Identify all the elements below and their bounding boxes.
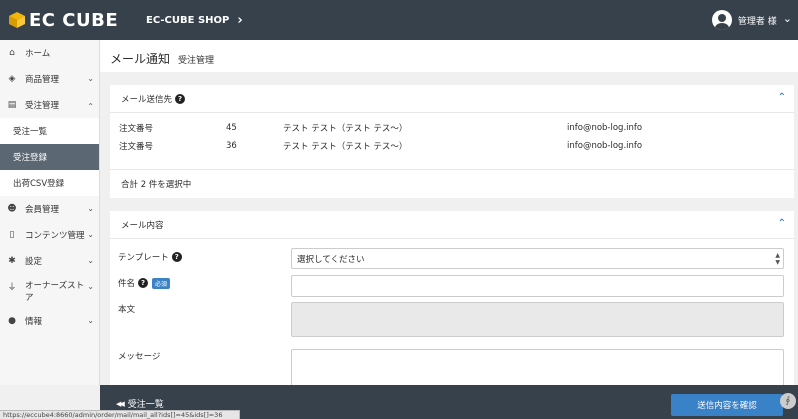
- order-number: 45: [226, 123, 237, 133]
- mail-content-heading: メール内容: [121, 220, 164, 231]
- sidebar-item-settings[interactable]: ✱ 設定 ⌄: [0, 248, 99, 274]
- chevron-down-icon: ⌄: [87, 282, 94, 291]
- collapse-icon[interactable]: ⌃: [778, 92, 786, 103]
- chevron-up-icon: ⌃: [87, 102, 94, 111]
- recipients-heading: メール送信先: [121, 94, 173, 105]
- sidebar-item-products[interactable]: ◈ 商品管理 ⌄: [0, 66, 99, 92]
- help-icon[interactable]: ?: [138, 278, 149, 288]
- double-chevron-left-icon: ◀◀: [116, 399, 125, 408]
- required-badge: 必須: [152, 277, 171, 289]
- cart-icon: ▤: [7, 100, 17, 110]
- chevron-down-icon: ⌄: [87, 74, 94, 83]
- sidebar-item-label: 情報: [25, 317, 43, 327]
- selection-total: 合計 2 件を選択中: [110, 169, 794, 197]
- user-avatar-icon: [711, 10, 732, 30]
- subject-input[interactable]: [291, 275, 784, 297]
- mail-content-card: メール内容 ⌃ テンプレート ? 選択してください ▲▼ 件名 ? 必須 本文: [110, 211, 794, 385]
- gear-icon: ✱: [8, 256, 16, 266]
- body-label: 本文: [118, 305, 136, 315]
- sidebar-item-label: 受注管理: [25, 101, 60, 111]
- sidebar-subitem-order-register[interactable]: 受注登録: [0, 144, 99, 170]
- template-select[interactable]: 選択してください ▲ ▼: [291, 248, 784, 269]
- back-label: 受注一覧: [127, 400, 164, 410]
- user-name: 管理者 様: [737, 16, 777, 27]
- confirm-send-button[interactable]: 送信内容を確認: [671, 394, 783, 416]
- help-icon[interactable]: ?: [175, 93, 186, 104]
- sidebar-item-orders[interactable]: ▤ 受注管理 ⌃: [0, 92, 99, 118]
- main-content: メール通知 受注管理 メール送信先 ? ⌃ 注文番号 45 テスト テスト（テス…: [100, 40, 798, 385]
- body-textarea[interactable]: [291, 302, 784, 337]
- chevron-down-icon: ⌄: [87, 230, 94, 239]
- user-menu[interactable]: 管理者 様 ⌄: [711, 10, 792, 30]
- scroll-top-icon[interactable]: ∮: [780, 393, 796, 409]
- sidebar-item-label: オーナーズストア: [25, 281, 85, 303]
- chevron-down-icon: ⌄: [87, 316, 94, 325]
- chevron-down-icon: ⌄: [87, 204, 94, 213]
- logo-text: EC CUBE: [29, 9, 119, 31]
- order-number: 36: [226, 141, 237, 151]
- sidebar-item-label: ホーム: [25, 49, 51, 59]
- plug-icon: ⏚: [7, 283, 17, 293]
- chevron-down-icon: ⌄: [782, 11, 792, 25]
- subject-label-text: 件名: [118, 279, 136, 289]
- sidebar-item-label: 会員管理: [25, 205, 60, 215]
- sidebar-item-info[interactable]: ● 情報 ⌄: [0, 308, 99, 334]
- cube-icon: ◈: [8, 74, 16, 84]
- recipient-row: 注文番号 36 テスト テスト（テスト テス～） info@nob-log.in…: [110, 137, 794, 155]
- page-subtitle: 受注管理: [178, 56, 215, 66]
- message-label: メッセージ: [118, 352, 161, 362]
- shop-name: EC-CUBE SHOP: [146, 15, 230, 26]
- users-icon: ☻: [7, 204, 17, 214]
- message-textarea[interactable]: [291, 349, 784, 385]
- page-header: メール通知 受注管理: [100, 40, 798, 72]
- customer-email: info@nob-log.info: [567, 141, 643, 151]
- sidebar-item-label: 商品管理: [25, 75, 60, 85]
- sidebar-subitem-order-list[interactable]: 受注一覧: [0, 118, 99, 144]
- customer-email: info@nob-log.info: [567, 123, 643, 133]
- recipients-card-header[interactable]: メール送信先 ? ⌃: [110, 85, 794, 113]
- top-header: EC CUBE EC-CUBE SHOP › 管理者 様 ⌄: [0, 0, 798, 40]
- recipient-row: 注文番号 45 テスト テスト（テスト テス～） info@nob-log.in…: [110, 119, 794, 137]
- sidebar-item-label: 設定: [25, 257, 43, 267]
- sidebar-item-customers[interactable]: ☻ 会員管理 ⌄: [0, 196, 99, 222]
- sidebar-item-home[interactable]: ⌂ ホーム: [0, 40, 99, 66]
- cube-logo-icon: [9, 12, 25, 28]
- template-label: テンプレート ?: [118, 251, 182, 263]
- page-title: メール通知: [110, 52, 171, 66]
- collapse-icon[interactable]: ⌃: [778, 218, 786, 229]
- chevron-right-icon: ›: [237, 13, 243, 28]
- back-to-order-list-link[interactable]: ◀◀ 受注一覧: [116, 397, 164, 411]
- sidebar-item-owners-store[interactable]: ⏚ オーナーズストア ⌄: [0, 274, 99, 308]
- help-icon[interactable]: ?: [171, 252, 182, 262]
- sidebar-subitem-shipping-csv[interactable]: 出荷CSV登録: [0, 170, 99, 196]
- sidebar-item-label: コンテンツ管理: [25, 231, 85, 241]
- subject-label: 件名 ? 必須: [118, 277, 171, 289]
- customer-name: テスト テスト（テスト テス～）: [283, 124, 408, 134]
- mail-content-card-header[interactable]: メール内容 ⌃: [110, 211, 794, 239]
- browser-status-url: https://eccube4:8660/admin/order/mail/ma…: [0, 410, 240, 419]
- info-icon: ●: [8, 316, 16, 326]
- template-select-value: 選択してください: [297, 255, 365, 265]
- home-icon: ⌂: [9, 48, 15, 58]
- file-icon: ▯: [9, 230, 15, 240]
- template-label-text: テンプレート: [118, 253, 169, 263]
- select-arrows-icon: ▲ ▼: [775, 252, 780, 266]
- recipients-card: メール送信先 ? ⌃ 注文番号 45 テスト テスト（テスト テス～） info…: [110, 85, 794, 198]
- sidebar: ⌂ ホーム ◈ 商品管理 ⌄ ▤ 受注管理 ⌃ 受注一覧 受注登録 出荷CSV登…: [0, 40, 100, 385]
- ec-cube-logo[interactable]: EC CUBE: [8, 9, 118, 31]
- chevron-down-icon: ⌄: [87, 256, 94, 265]
- order-number-label: 注文番号: [119, 142, 154, 152]
- customer-name: テスト テスト（テスト テス～）: [283, 142, 408, 152]
- recipient-list: 注文番号 45 テスト テスト（テスト テス～） info@nob-log.in…: [110, 113, 794, 155]
- sidebar-item-content[interactable]: ▯ コンテンツ管理 ⌄: [0, 222, 99, 248]
- shop-link[interactable]: EC-CUBE SHOP ›: [146, 13, 243, 28]
- order-number-label: 注文番号: [119, 124, 154, 134]
